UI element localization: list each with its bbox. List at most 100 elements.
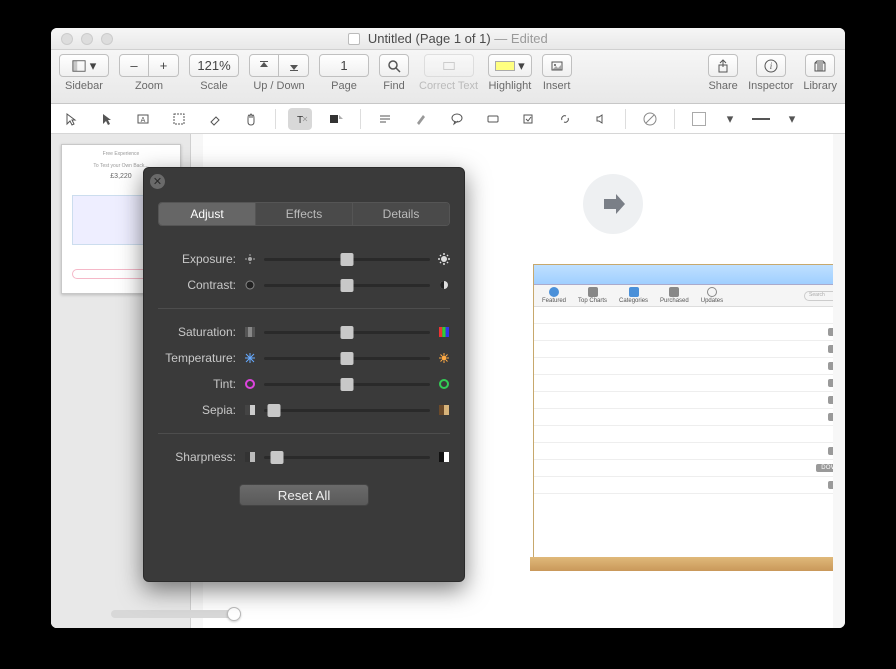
page-label: Page <box>331 80 357 92</box>
tab-effects[interactable]: Effects <box>256 203 353 225</box>
scale-field[interactable]: 121% <box>189 54 239 77</box>
saturation-low-icon <box>244 326 256 338</box>
embedded-appstore-window: Featured Top Charts Categories Purchased… <box>533 264 833 564</box>
highlight-tool-button[interactable] <box>409 108 433 130</box>
sharpness-slider[interactable] <box>264 456 430 459</box>
inspector-button[interactable]: i <box>756 54 786 77</box>
page-up-button[interactable] <box>249 54 279 77</box>
zoom-label: Zoom <box>135 80 163 92</box>
select-tool-button[interactable] <box>95 108 119 130</box>
sepia-off-icon <box>244 404 256 416</box>
scroll-knob[interactable] <box>227 607 241 621</box>
svg-text:A: A <box>141 117 146 124</box>
library-button[interactable] <box>805 54 835 77</box>
fill-color-button[interactable] <box>687 108 711 130</box>
text-select-button[interactable]: A <box>131 108 155 130</box>
zoom-in-button[interactable]: + <box>149 54 179 77</box>
fill-swatch-icon <box>692 112 706 126</box>
inspector-label: Inspector <box>748 80 793 92</box>
link-tool-button[interactable] <box>553 108 577 130</box>
highlight-button[interactable]: ▾ <box>488 54 532 77</box>
tab-adjust[interactable]: Adjust <box>159 203 256 225</box>
sharpness-low-icon <box>244 451 256 463</box>
contrast-high-icon <box>438 279 450 291</box>
embedded-toolbar: Featured Top Charts Categories Purchased… <box>534 285 833 307</box>
titlebar: Untitled (Page 1 of 1) — Edited <box>51 28 845 50</box>
tint-magenta-icon <box>244 378 256 390</box>
move-tool-button[interactable] <box>59 108 83 130</box>
highlight-label: Highlight <box>488 80 531 92</box>
embedded-row-button: INSTALL <box>828 396 833 404</box>
embedded-row-button: UPDATE <box>828 379 833 387</box>
tint-label: Tint: <box>158 377 236 391</box>
sidebar-button[interactable]: ▾ <box>59 54 109 77</box>
sound-tool-button[interactable] <box>589 108 613 130</box>
embedded-row-button: UPDATE <box>828 362 833 370</box>
tab-details[interactable]: Details <box>353 203 449 225</box>
embedded-row-button: DOWNLOAD <box>816 464 833 472</box>
eraser-tool-button[interactable] <box>203 108 227 130</box>
text-tool-button[interactable]: T <box>288 108 312 130</box>
contrast-slider[interactable] <box>264 284 430 287</box>
sepia-on-icon <box>438 404 450 416</box>
updown-label: Up / Down <box>253 80 304 92</box>
embedded-tab-topcharts: Top Charts <box>578 287 607 304</box>
note-tool-button[interactable] <box>373 108 397 130</box>
temperature-label: Temperature: <box>158 351 236 365</box>
page-down-button[interactable] <box>279 54 309 77</box>
insert-button[interactable] <box>542 54 572 77</box>
temperature-cold-icon <box>244 352 256 364</box>
embedded-list: OPEN UPDATE UPDATE UPDATE UPDATE INSTALL… <box>534 307 833 553</box>
pan-tool-button[interactable] <box>239 108 263 130</box>
stroke-dropdown[interactable]: ▾ <box>785 108 799 130</box>
document-icon <box>348 33 360 45</box>
temperature-slider[interactable] <box>264 357 430 360</box>
minimize-window-button[interactable] <box>81 33 93 45</box>
panel-close-button[interactable]: ✕ <box>150 174 165 189</box>
embedded-tab-categories: Categories <box>619 287 648 304</box>
markup-toolbar: A T ▾ ▾ <box>51 104 845 134</box>
horizontal-scrollbar[interactable] <box>111 610 241 618</box>
embedded-titlebar <box>534 265 833 285</box>
share-button[interactable] <box>708 54 738 77</box>
page-field[interactable]: 1 <box>319 54 369 77</box>
sepia-slider[interactable] <box>264 409 430 412</box>
adjust-color-panel: ✕ Adjust Effects Details Exposure: Contr… <box>143 167 465 582</box>
tint-slider[interactable] <box>264 383 430 386</box>
sharpness-high-icon <box>438 451 450 463</box>
exposure-low-icon <box>244 253 256 265</box>
embedded-tab-featured: Featured <box>542 287 566 304</box>
close-window-button[interactable] <box>61 33 73 45</box>
no-fill-button[interactable] <box>638 108 662 130</box>
speech-tool-button[interactable] <box>445 108 469 130</box>
marquee-tool-button[interactable] <box>167 108 191 130</box>
sidebar-label: Sidebar <box>65 80 103 92</box>
embedded-tab-updates: Updates <box>701 287 723 304</box>
exposure-label: Exposure: <box>158 252 236 266</box>
main-toolbar: ▾ Sidebar – + Zoom 121% Scale U <box>51 50 845 104</box>
scale-label: Scale <box>200 80 228 92</box>
embedded-row-button: UPDATE <box>828 328 833 336</box>
tint-green-icon <box>438 378 450 390</box>
zoom-out-button[interactable]: – <box>119 54 149 77</box>
temperature-warm-icon <box>438 352 450 364</box>
svg-text:T: T <box>297 115 303 126</box>
sharpness-label: Sharpness: <box>158 450 236 464</box>
arrow-badge <box>583 174 643 234</box>
find-button[interactable] <box>379 54 409 77</box>
reset-all-button[interactable]: Reset All <box>239 484 369 506</box>
svg-text:i: i <box>769 61 772 71</box>
shape-tool-button[interactable] <box>324 108 348 130</box>
fill-dropdown[interactable]: ▾ <box>723 108 737 130</box>
zoom-window-button[interactable] <box>101 33 113 45</box>
form-check-button[interactable] <box>517 108 541 130</box>
contrast-low-icon <box>244 279 256 291</box>
saturation-slider[interactable] <box>264 331 430 334</box>
panel-tabs: Adjust Effects Details <box>158 202 450 226</box>
form-text-button[interactable] <box>481 108 505 130</box>
embedded-row-button: UPDATE <box>828 345 833 353</box>
exposure-slider[interactable] <box>264 258 430 261</box>
stroke-style-button[interactable] <box>749 108 773 130</box>
document-title: Untitled (Page 1 of 1) <box>368 31 491 46</box>
sepia-label: Sepia: <box>158 403 236 417</box>
